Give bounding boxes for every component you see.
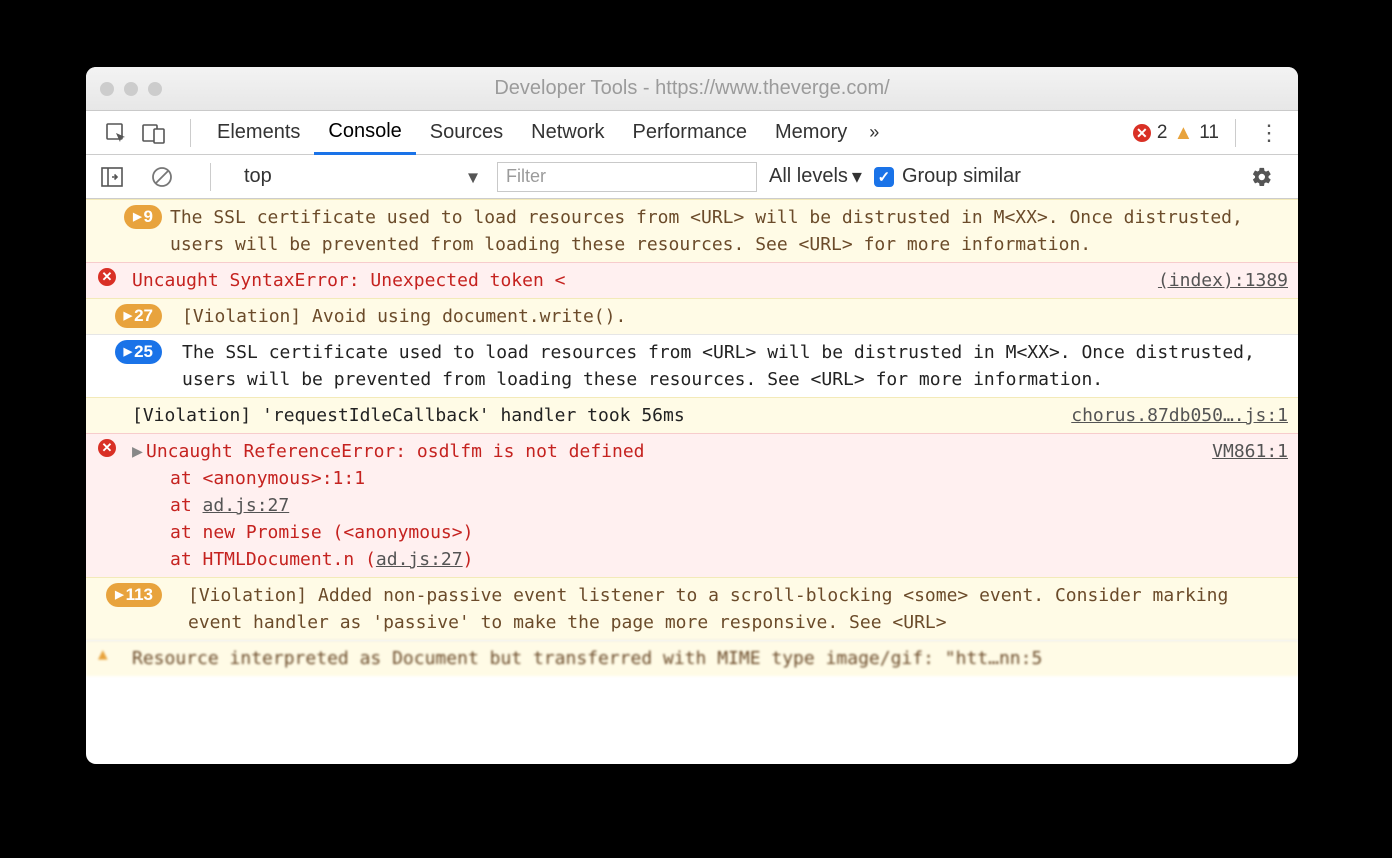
group-count-pill[interactable]: ▶25 bbox=[115, 340, 162, 364]
console-output: ▶9 The SSL certificate used to load reso… bbox=[86, 199, 1298, 764]
traffic-lights bbox=[100, 82, 162, 96]
source-link[interactable]: ad.js:27 bbox=[203, 495, 290, 516]
tabbar: Elements Console Sources Network Perform… bbox=[86, 111, 1298, 155]
titlebar: Developer Tools - https://www.theverge.c… bbox=[86, 67, 1298, 111]
warning-count: 11 bbox=[1199, 122, 1219, 144]
warning-icon: ▲ bbox=[1173, 123, 1193, 143]
console-row[interactable]: ▶9 The SSL certificate used to load reso… bbox=[86, 199, 1298, 262]
divider bbox=[190, 119, 191, 147]
message-text: Resource interpreted as Document but tra… bbox=[132, 645, 1288, 672]
tabs-overflow-button[interactable]: » bbox=[861, 122, 887, 143]
tab-network[interactable]: Network bbox=[517, 111, 618, 155]
clear-console-icon[interactable] bbox=[148, 163, 176, 191]
console-row[interactable]: ▶113 [Violation] Added non-passive event… bbox=[86, 577, 1298, 640]
chevron-down-icon: ▾ bbox=[852, 164, 862, 189]
source-link[interactable]: chorus.87db050….js:1 bbox=[1059, 402, 1288, 429]
warning-icon: ▲ bbox=[98, 646, 108, 662]
console-toolbar: top ▾ All levels ▾ ✓ Group similar bbox=[86, 155, 1298, 199]
console-row: ▲ Resource interpreted as Document but t… bbox=[86, 640, 1298, 676]
console-settings-icon[interactable] bbox=[1248, 163, 1276, 191]
message-text: [Violation] 'requestIdleCallback' handle… bbox=[132, 402, 1059, 429]
source-link[interactable]: (index):1389 bbox=[1146, 267, 1288, 294]
message-text: The SSL certificate used to load resourc… bbox=[170, 204, 1288, 258]
error-count: 2 bbox=[1157, 122, 1168, 144]
divider bbox=[1235, 119, 1236, 147]
issue-counts[interactable]: ✕ 2 ▲ 11 bbox=[1133, 122, 1219, 144]
console-row[interactable]: ✕ Uncaught SyntaxError: Unexpected token… bbox=[86, 262, 1298, 298]
message-text: The SSL certificate used to load resourc… bbox=[170, 339, 1288, 393]
group-count-pill[interactable]: ▶27 bbox=[115, 304, 162, 328]
zoom-window-button[interactable] bbox=[148, 82, 162, 96]
error-icon: ✕ bbox=[98, 439, 116, 457]
minimize-window-button[interactable] bbox=[124, 82, 138, 96]
tab-elements[interactable]: Elements bbox=[203, 111, 314, 155]
expand-icon: ▶ bbox=[124, 308, 132, 325]
divider bbox=[210, 163, 211, 191]
inspect-element-icon[interactable] bbox=[102, 119, 130, 147]
message-text: [Violation] Avoid using document.write()… bbox=[170, 303, 1288, 330]
expand-icon[interactable]: ▶ bbox=[132, 438, 146, 465]
group-count-pill[interactable]: ▶9 bbox=[124, 205, 162, 229]
tab-performance[interactable]: Performance bbox=[619, 111, 762, 155]
expand-icon: ▶ bbox=[115, 587, 123, 604]
devtools-window: Developer Tools - https://www.theverge.c… bbox=[86, 67, 1298, 764]
error-icon: ✕ bbox=[98, 268, 116, 286]
log-levels-select[interactable]: All levels ▾ bbox=[769, 164, 862, 189]
message-text: Uncaught ReferenceError: osdlfm is not d… bbox=[146, 441, 645, 462]
device-toolbar-icon[interactable] bbox=[140, 119, 168, 147]
tab-console[interactable]: Console bbox=[314, 111, 415, 155]
context-value: top bbox=[244, 165, 272, 187]
levels-label: All levels bbox=[769, 165, 848, 188]
console-row[interactable]: ▶25 The SSL certificate used to load res… bbox=[86, 334, 1298, 397]
group-similar-checkbox[interactable]: ✓ bbox=[874, 167, 894, 187]
console-row[interactable]: ✕ ▶Uncaught ReferenceError: osdlfm is no… bbox=[86, 433, 1298, 577]
group-similar-label: Group similar bbox=[902, 165, 1021, 188]
filter-input[interactable] bbox=[497, 162, 757, 192]
stack-frame: at <anonymous>:1:1 bbox=[132, 465, 1200, 492]
console-row[interactable]: [Violation] 'requestIdleCallback' handle… bbox=[86, 397, 1298, 433]
stack-frame: at ad.js:27 bbox=[132, 492, 1200, 519]
execution-context-select[interactable]: top ▾ bbox=[235, 162, 485, 191]
show-console-sidebar-icon[interactable] bbox=[98, 163, 126, 191]
source-link[interactable]: ad.js:27 bbox=[376, 549, 463, 570]
window-title: Developer Tools - https://www.theverge.c… bbox=[86, 77, 1298, 100]
expand-icon: ▶ bbox=[124, 344, 132, 361]
tab-sources[interactable]: Sources bbox=[416, 111, 517, 155]
stack-frame: at HTMLDocument.n (ad.js:27) bbox=[132, 546, 1200, 573]
close-window-button[interactable] bbox=[100, 82, 114, 96]
console-row[interactable]: ▶27 [Violation] Avoid using document.wri… bbox=[86, 298, 1298, 334]
chevron-down-icon: ▾ bbox=[468, 164, 478, 189]
group-count-pill[interactable]: ▶113 bbox=[106, 583, 162, 607]
error-icon: ✕ bbox=[1133, 124, 1151, 142]
stack-frame: at new Promise (<anonymous>) bbox=[132, 519, 1200, 546]
source-link[interactable]: VM861:1 bbox=[1200, 438, 1288, 465]
expand-icon: ▶ bbox=[133, 209, 141, 226]
tab-memory[interactable]: Memory bbox=[761, 111, 861, 155]
message-text: Uncaught SyntaxError: Unexpected token < bbox=[132, 267, 1146, 294]
settings-menu-button[interactable]: ⋮ bbox=[1248, 120, 1290, 146]
message-text: [Violation] Added non-passive event list… bbox=[170, 582, 1288, 636]
